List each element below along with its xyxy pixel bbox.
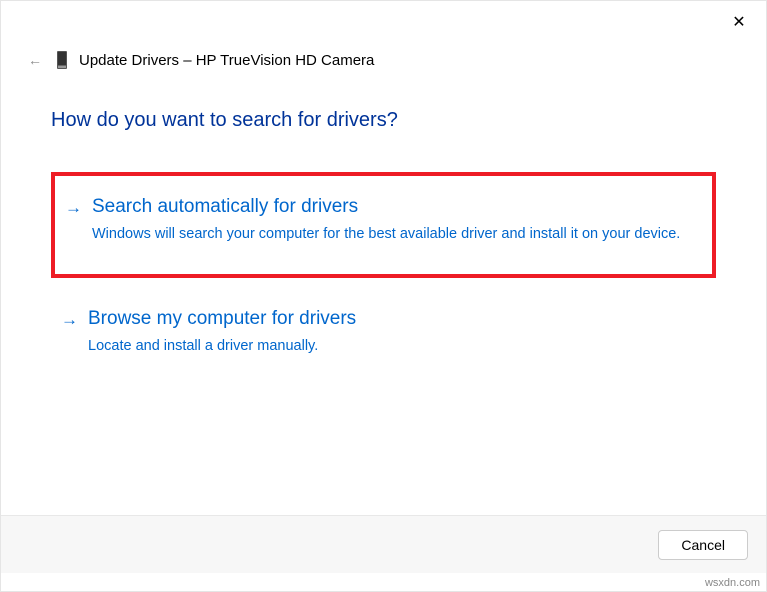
option-title: Search automatically for drivers (92, 196, 702, 218)
option-search-automatically[interactable]: → Search automatically for drivers Windo… (51, 172, 716, 278)
dialog-title: Update Drivers – HP TrueVision HD Camera (79, 52, 374, 69)
option-description: Locate and install a driver manually. (88, 336, 706, 358)
watermark-text: wsxdn.com (705, 577, 760, 589)
option-text-block: Browse my computer for drivers Locate an… (88, 308, 706, 358)
question-heading: How do you want to search for drivers? (51, 109, 716, 132)
option-text-block: Search automatically for drivers Windows… (92, 196, 702, 246)
close-button[interactable]: ✕ (730, 15, 748, 33)
back-button[interactable]: ← (25, 52, 45, 68)
arrow-right-icon: → (65, 198, 82, 246)
option-browse-computer[interactable]: → Browse my computer for drivers Locate … (51, 296, 716, 376)
update-drivers-dialog: ✕ ← Update Drivers – HP TrueVision HD Ca… (0, 0, 767, 592)
dialog-content: How do you want to search for drivers? →… (1, 69, 766, 376)
option-description: Windows will search your computer for th… (92, 224, 702, 246)
back-arrow-icon: ← (28, 52, 42, 68)
device-icon (57, 51, 67, 69)
cancel-button[interactable]: Cancel (658, 530, 748, 560)
option-title: Browse my computer for drivers (88, 308, 706, 330)
arrow-right-icon: → (61, 310, 78, 358)
dialog-header: ← Update Drivers – HP TrueVision HD Came… (1, 1, 766, 69)
close-icon: ✕ (732, 14, 745, 31)
dialog-footer: Cancel (1, 515, 766, 573)
